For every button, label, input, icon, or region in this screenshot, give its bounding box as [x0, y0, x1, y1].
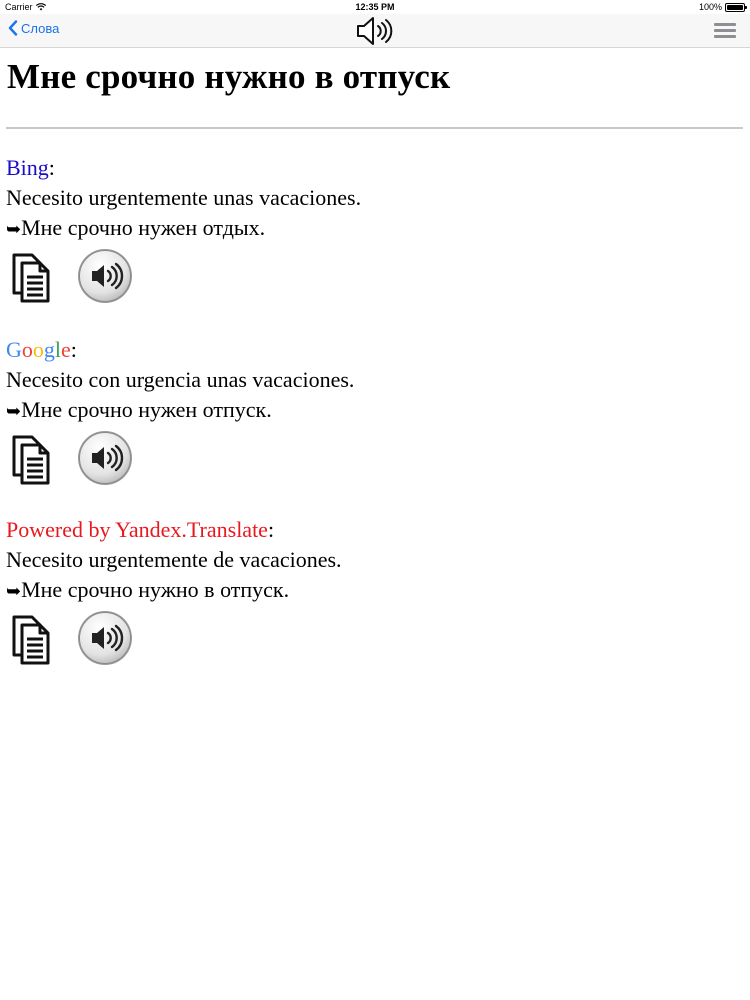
speaker-icon — [357, 17, 393, 45]
copy-documents-icon — [12, 615, 50, 665]
source-text: Necesito con urgencia unas vacaciones. — [6, 367, 355, 392]
source-text: Necesito urgentemente de vacaciones. — [6, 547, 342, 572]
arrow-icon: ➥ — [6, 581, 22, 602]
page-title: Мне срочно нужно в отпуск — [7, 57, 451, 96]
translation-section-bing: Bing: Necesito urgentemente unas vacacio… — [6, 153, 726, 309]
speak-button[interactable] — [76, 429, 134, 487]
speaker-round-button-icon — [78, 431, 132, 485]
speak-button[interactable] — [76, 609, 134, 667]
back-button[interactable]: Слова — [8, 20, 59, 36]
provider-name-google: Google — [6, 337, 71, 362]
menu-button[interactable] — [714, 23, 736, 39]
speaker-round-button-icon — [78, 611, 132, 665]
hamburger-menu-icon — [714, 23, 736, 38]
copy-documents-icon — [12, 253, 50, 303]
copy-button[interactable] — [8, 613, 54, 667]
speaker-round-button-icon — [78, 249, 132, 303]
arrow-icon: ➥ — [6, 219, 22, 240]
provider-line: Bing: — [6, 153, 726, 183]
translation-text: Мне срочно нужен отпуск. — [21, 397, 272, 422]
provider-name-bing: Bing — [6, 155, 49, 180]
source-text: Necesito urgentemente unas vacaciones. — [6, 185, 362, 210]
google-letter: g — [43, 337, 55, 362]
section-actions — [6, 609, 726, 671]
translation-line: ➥Мне срочно нужно в отпуск. — [6, 575, 726, 607]
translation-line: ➥Мне срочно нужен отпуск. — [6, 395, 726, 427]
provider-name-yandex[interactable]: Powered by Yandex.Translate — [6, 517, 268, 542]
navigation-bar: Слова — [0, 14, 750, 48]
google-letter: o — [21, 337, 33, 362]
translation-section-google: Google: Necesito con urgencia unas vacac… — [6, 335, 726, 491]
provider-colon: : — [48, 155, 55, 180]
copy-button[interactable] — [8, 433, 54, 487]
translation-section-yandex: Powered by Yandex.Translate: Necesito ur… — [6, 515, 726, 671]
title-divider — [6, 127, 743, 129]
section-actions — [6, 247, 726, 309]
copy-documents-icon — [12, 435, 50, 485]
play-audio-button[interactable] — [355, 14, 395, 48]
arrow-icon: ➥ — [6, 401, 22, 422]
provider-line: Powered by Yandex.Translate: — [6, 515, 726, 545]
provider-colon: : — [70, 337, 77, 362]
battery-percent: 100% — [698, 2, 722, 12]
translation-text: Мне срочно нужен отдых. — [21, 215, 266, 240]
battery-level — [727, 4, 743, 10]
provider-line: Google: — [6, 335, 726, 365]
section-actions — [6, 429, 726, 491]
google-letter: G — [6, 337, 22, 362]
provider-colon: : — [267, 517, 275, 542]
google-letter: e — [61, 337, 71, 362]
back-button-label: Слова — [21, 20, 60, 36]
status-time: 12:35 PM — [355, 2, 395, 12]
chevron-left-icon — [8, 20, 18, 36]
copy-button[interactable] — [8, 251, 54, 305]
battery-indicator: 100% — [698, 2, 747, 12]
translation-line: ➥Мне срочно нужен отдых. — [6, 213, 726, 245]
battery-icon — [725, 2, 747, 12]
status-bar: Carrier 12:35 PM 100% — [0, 0, 750, 14]
google-letter: o — [32, 337, 44, 362]
translation-text: Мне срочно нужно в отпуск. — [21, 577, 290, 602]
speak-button[interactable] — [76, 247, 134, 305]
